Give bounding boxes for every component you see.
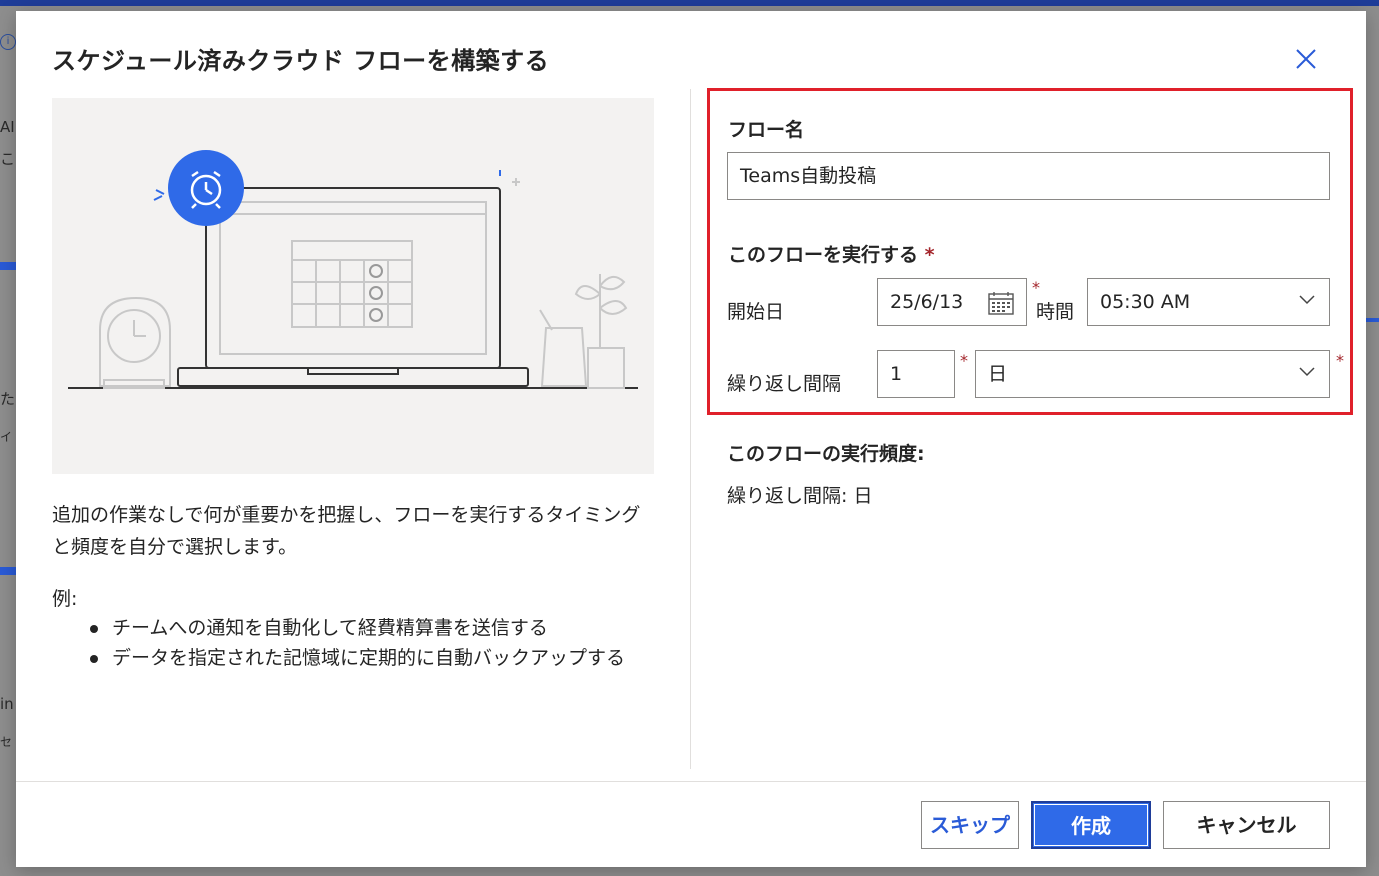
create-button[interactable]: 作成: [1031, 801, 1151, 849]
interval-input[interactable]: 1: [877, 350, 955, 398]
create-flow-dialog: スケジュール済みクラウド フローを構築する 追加の作業なしで何が重要かを把握し、…: [16, 11, 1366, 867]
skip-button[interactable]: スキップ: [921, 801, 1019, 849]
list-item: チームへの通知を自動化して経費精算書を送信する: [88, 613, 648, 643]
calendar-icon[interactable]: [988, 291, 1014, 315]
start-date-value: 25/6/13: [890, 291, 964, 313]
interval-unit-select[interactable]: 日: [975, 350, 1330, 398]
run-section-label: このフローを実行する *: [728, 244, 935, 266]
background-text: セ: [0, 735, 13, 749]
time-value: 05:30 AM: [1100, 291, 1191, 313]
time-select[interactable]: 05:30 AM: [1087, 278, 1330, 326]
dialog-title: スケジュール済みクラウド フローを構築する: [52, 47, 550, 75]
frequency-title: このフローの実行頻度:: [727, 443, 925, 465]
flow-name-input[interactable]: Teams自動投稿: [727, 152, 1330, 200]
required-mark: *: [1336, 351, 1344, 370]
start-date-label: 開始日: [727, 301, 785, 323]
background-accent-bar: [0, 262, 16, 270]
flow-name-label: フロー名: [728, 119, 805, 141]
illustration-panel: [52, 98, 654, 474]
required-mark: *: [924, 244, 935, 266]
info-icon: i: [0, 34, 16, 50]
start-date-input[interactable]: 25/6/13: [877, 278, 1027, 326]
time-label: 時間: [1036, 301, 1075, 323]
background-text: in: [0, 695, 14, 713]
footer-divider: [16, 781, 1366, 782]
chevron-down-icon: [1299, 367, 1315, 377]
background-top-bar: [0, 0, 1379, 6]
example-list: チームへの通知を自動化して経費精算書を送信する データを指定された記憶域に定期的…: [88, 613, 648, 673]
required-mark: *: [1032, 278, 1040, 297]
background-text: た: [0, 390, 16, 408]
list-item: データを指定された記憶域に定期的に自動バックアップする: [88, 643, 648, 673]
interval-label: 繰り返し間隔: [727, 373, 842, 395]
frequency-value: 繰り返し間隔: 日: [727, 485, 873, 507]
background-accent-bar: [1366, 318, 1379, 322]
background-accent-bar: [0, 567, 16, 575]
close-icon[interactable]: [1294, 47, 1318, 71]
background-text: イ: [0, 430, 13, 444]
background-text: AI: [0, 118, 15, 136]
required-mark: *: [960, 351, 968, 370]
example-label: 例:: [52, 588, 78, 610]
cancel-button[interactable]: キャンセル: [1163, 801, 1330, 849]
interval-unit-value: 日: [988, 363, 1008, 385]
dialog-description: 追加の作業なしで何が重要かを把握し、フローを実行するタイミングと頻度を自分で選択…: [52, 504, 641, 558]
background-text: こ: [0, 150, 16, 168]
laptop-calendar-illustration: [68, 150, 638, 389]
vertical-divider: [690, 89, 691, 769]
chevron-down-icon: [1299, 295, 1315, 305]
